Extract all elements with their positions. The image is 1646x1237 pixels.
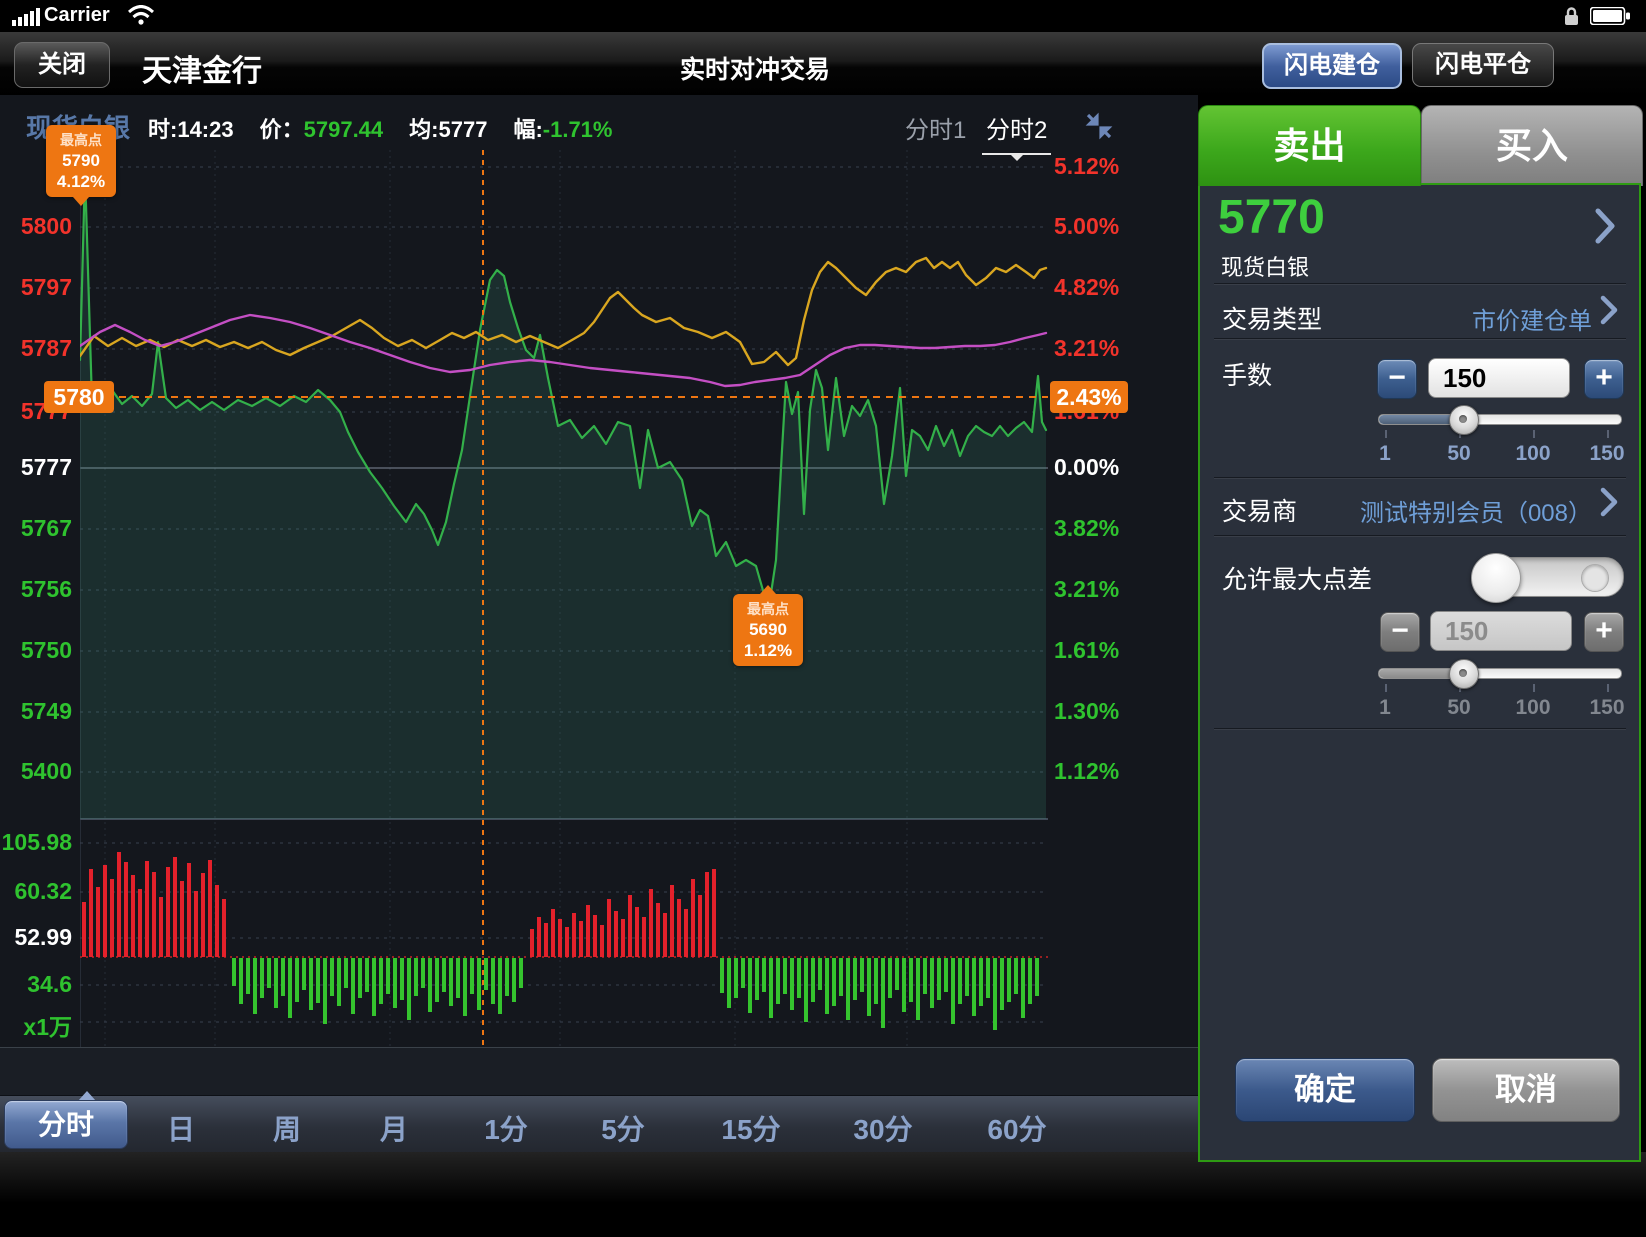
chart-price: 价：5797.44	[260, 112, 384, 144]
battery-icon	[1590, 7, 1630, 25]
tab-sell[interactable]: 卖出	[1198, 105, 1421, 186]
carrier-label: Carrier	[44, 4, 110, 27]
flash-close-position-button[interactable]: 闪电平仓	[1412, 43, 1554, 87]
max-spread-slider[interactable]	[1378, 668, 1622, 679]
lots-increase-button[interactable]: +	[1584, 359, 1624, 399]
lots-label: 手数	[1222, 356, 1272, 392]
period-tab-日[interactable]: 日	[126, 1108, 236, 1148]
lots-input[interactable]	[1428, 358, 1570, 398]
quote-symbol: 现货白银	[1221, 250, 1309, 282]
divider	[1214, 477, 1626, 478]
lock-status-icon	[1564, 6, 1579, 26]
quote-price: 5770	[1218, 190, 1325, 245]
lots-decrease-button[interactable]: −	[1377, 359, 1417, 399]
trade-type-label: 交易类型	[1222, 300, 1322, 336]
chart-info-bar: 时:14:23 价：5797.44 均:5777 幅:-1.71%	[148, 112, 612, 144]
cancel-button[interactable]: 取消	[1432, 1058, 1620, 1122]
chevron-right-icon[interactable]	[1594, 208, 1616, 244]
period-tab-15分[interactable]: 15分	[696, 1108, 806, 1148]
max-spread-input[interactable]	[1430, 611, 1572, 651]
lots-slider-thumb[interactable]	[1449, 405, 1479, 435]
trade-type-value[interactable]: 市价建仓单	[1330, 301, 1592, 336]
wifi-icon	[128, 5, 154, 25]
period-tab-realtime[interactable]: 分时	[4, 1100, 128, 1149]
app-title: 天津金行	[142, 46, 262, 90]
toggle-knob[interactable]	[1471, 553, 1521, 603]
broker-label: 交易商	[1222, 492, 1297, 528]
collapse-chart-icon[interactable]	[1083, 110, 1115, 142]
max-spread-toggle[interactable]	[1472, 557, 1624, 597]
chart-time: 时:14:23	[148, 112, 234, 144]
period-tab-5分[interactable]: 5分	[568, 1108, 678, 1148]
confirm-button[interactable]: 确定	[1235, 1058, 1415, 1122]
chart-change: 幅:-1.71%	[513, 112, 612, 144]
max-spread-label: 允许最大点差	[1222, 560, 1372, 596]
chart-symbol-label: 现货白银	[26, 108, 130, 145]
max-spread-increase-button[interactable]: +	[1584, 612, 1624, 652]
period-tab-1分[interactable]: 1分	[451, 1108, 561, 1148]
tab-minute-chart-1[interactable]: 分时1	[905, 110, 966, 145]
lots-slider[interactable]	[1378, 414, 1622, 425]
tab-minute-chart-2[interactable]: 分时2	[982, 110, 1051, 155]
max-spread-slider-thumb[interactable]	[1449, 659, 1479, 689]
trading-app: Carrier 关闭 天津金行 实时对冲交易 闪电建仓 闪电平仓 现货白银 时:…	[0, 0, 1646, 1237]
status-bar: Carrier	[0, 0, 1646, 32]
divider	[1214, 535, 1626, 536]
period-tab-60分[interactable]: 60分	[962, 1108, 1072, 1148]
period-tab-周[interactable]: 周	[232, 1108, 342, 1148]
price-volume-chart[interactable]	[80, 150, 1048, 1047]
footer-bar: 登录用户:456_admin 模拟盘环境 2013-02-25 09:47:08	[0, 1152, 1646, 1237]
max-spread-decrease-button[interactable]: −	[1380, 612, 1420, 652]
period-tab-30分[interactable]: 30分	[828, 1108, 938, 1148]
signal-strength-icon	[12, 8, 40, 26]
divider	[1214, 338, 1626, 339]
period-tab-月[interactable]: 月	[339, 1108, 449, 1148]
time-axis	[0, 1047, 1198, 1096]
divider	[1214, 283, 1626, 284]
tab-buy[interactable]: 买入	[1421, 105, 1643, 186]
chevron-right-icon[interactable]	[1600, 295, 1618, 325]
nav-bar: 关闭 天津金行 实时对冲交易 闪电建仓 闪电平仓	[0, 32, 1646, 97]
page-title: 实时对冲交易	[573, 50, 937, 86]
chart-average: 均:5777	[409, 112, 487, 144]
flash-open-position-button[interactable]: 闪电建仓	[1262, 43, 1402, 89]
close-button[interactable]: 关闭	[14, 42, 110, 88]
broker-value[interactable]: 测试特别会员（008）	[1330, 493, 1592, 528]
chevron-right-icon[interactable]	[1600, 487, 1618, 517]
divider	[1214, 728, 1626, 729]
toggle-off-indicator	[1581, 564, 1609, 592]
